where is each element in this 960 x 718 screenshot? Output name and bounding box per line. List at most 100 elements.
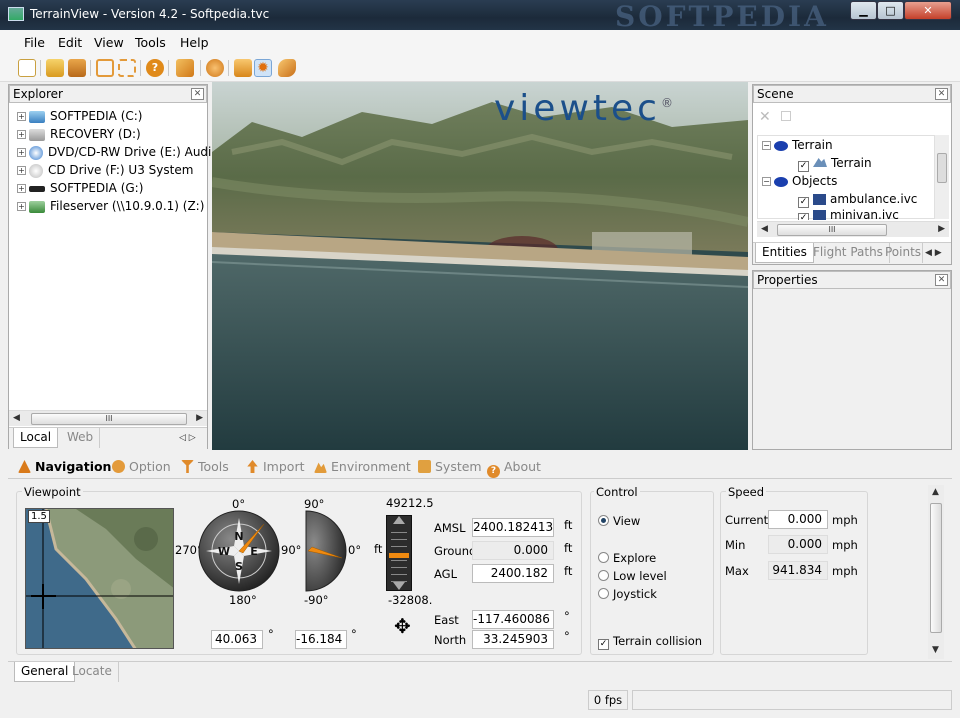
amsl-input[interactable]: 2400.182413 [472, 518, 554, 537]
tab-system[interactable]: System [418, 459, 482, 474]
navigation-icon [18, 460, 31, 473]
drive-item[interactable]: +DVD/CD-RW Drive (E:) Audio CD [17, 145, 213, 163]
scene-title: Scene [757, 87, 794, 101]
drive-item[interactable]: + SOFTPEDIA (G:) [17, 181, 143, 199]
compass-dial[interactable]: N S W E [198, 510, 280, 592]
tree-node[interactable]: − Terrain [762, 138, 833, 156]
speed-label: Speed [726, 485, 767, 499]
globe-icon[interactable] [206, 59, 224, 77]
drive-item[interactable]: + CD Drive (F:) U3 System [17, 163, 193, 181]
svg-text:N: N [234, 530, 243, 543]
max-speed-label: Max [725, 564, 749, 578]
explorer-header: Explorer ✕ [9, 85, 207, 103]
bottom-vscrollbar[interactable]: ▲ ▼ [928, 485, 944, 659]
visibility-checkbox[interactable]: ✓ [798, 213, 809, 220]
agl-input[interactable]: 2400.182 [472, 564, 554, 583]
delete-icon[interactable]: ✕ [759, 109, 771, 125]
heading-input[interactable]: 40.063 [211, 630, 263, 649]
pointer-icon[interactable] [176, 59, 194, 77]
import-icon [247, 460, 258, 473]
status-bar: 0 fps [0, 688, 960, 718]
current-speed-input[interactable]: 0.000 [768, 510, 828, 529]
compass-north-label: 0° [232, 497, 246, 511]
menu-file[interactable]: File [24, 35, 45, 50]
save-icon[interactable] [68, 59, 86, 77]
drive-item[interactable]: + RECOVERY (D:) [17, 127, 141, 145]
pitch-input[interactable]: -16.184 [295, 630, 347, 649]
tree-node[interactable]: ✓ Terrain [798, 156, 872, 174]
agl-label: AGL [434, 567, 457, 581]
tab-import[interactable]: Import [246, 459, 305, 474]
compass-east-label: 90° [281, 543, 302, 557]
max-speed-value: 941.834 [768, 561, 828, 580]
tab-environment[interactable]: Environment [314, 459, 411, 474]
layout-icon[interactable] [118, 59, 136, 77]
scene-hscrollbar[interactable]: ◀ III ▶ [757, 221, 949, 237]
altitude-min-label: -32808. [388, 593, 433, 607]
min-speed-unit: mph [832, 538, 858, 552]
north-input[interactable]: 33.245903 [472, 630, 554, 649]
minimap[interactable]: 1.5 [25, 508, 174, 649]
amsl-unit: ft [564, 518, 573, 532]
tab-entities[interactable]: Entities [755, 243, 814, 263]
explorer-scrollbar[interactable]: ◀ III ▶ [9, 410, 207, 426]
tab-navigation[interactable]: Navigation [18, 459, 111, 474]
maximize-button[interactable]: □ [877, 1, 904, 20]
minimize-button[interactable]: ▁ [850, 1, 877, 20]
drive-item[interactable]: + Fileserver (\\10.9.0.1) (Z:) [17, 199, 204, 217]
tab-flight-paths[interactable]: Flight Paths [807, 243, 890, 263]
menu-view[interactable]: View [94, 35, 124, 50]
view-radio[interactable]: View [598, 514, 640, 528]
scene-vscrollbar[interactable] [935, 135, 949, 219]
open-folder-icon[interactable] [46, 59, 64, 77]
visibility-checkbox[interactable]: ✓ [798, 197, 809, 208]
current-speed-unit: mph [832, 513, 858, 527]
sun-icon[interactable]: ✹ [254, 59, 272, 77]
visibility-checkbox[interactable]: ✓ [798, 161, 809, 172]
tab-about[interactable]: ? About [487, 459, 541, 478]
tree-node[interactable]: ✓ minivan.ivc [798, 208, 899, 220]
fly-icon[interactable] [278, 59, 296, 77]
tab-points[interactable]: Points [879, 243, 923, 263]
compass-south-label: 180° [229, 593, 257, 607]
subtabs: General Locate [8, 661, 952, 683]
joystick-radio[interactable]: Joystick [598, 587, 657, 601]
close-icon[interactable]: ✕ [191, 88, 204, 100]
tree-node[interactable]: − Objects [762, 174, 837, 192]
new-file-icon[interactable] [18, 59, 36, 77]
close-icon[interactable]: ✕ [935, 274, 948, 286]
drive-item[interactable]: + SOFTPEDIA (C:) [17, 109, 143, 127]
terrain-viewport[interactable]: viewtec® [212, 82, 748, 450]
fit-view-icon[interactable] [96, 59, 114, 77]
tab-web[interactable]: Web [61, 428, 101, 448]
close-icon[interactable]: ✕ [935, 88, 948, 100]
hand-icon[interactable] [234, 59, 252, 77]
properties-icon[interactable] [781, 111, 791, 121]
tab-tools[interactable]: Tools [181, 459, 229, 474]
viewpoint-label: Viewpoint [22, 485, 83, 499]
pitch-dial[interactable] [304, 510, 348, 592]
altitude-slider[interactable] [386, 515, 412, 591]
status-field [632, 690, 952, 710]
help-icon[interactable]: ? [146, 59, 164, 77]
low-level-radio[interactable]: Low level [598, 569, 667, 583]
properties-title: Properties [757, 273, 818, 287]
tab-local[interactable]: Local [13, 428, 59, 448]
center-position-icon[interactable]: ✥ [394, 614, 418, 638]
tab-option[interactable]: Option [112, 459, 171, 474]
pitch-bottom-label: -90° [304, 593, 329, 607]
altitude-unit: ft [374, 542, 383, 556]
heading-unit: ° [268, 627, 274, 641]
east-input[interactable]: -117.460086 [472, 610, 554, 629]
explore-radio[interactable]: Explore [598, 551, 656, 565]
altitude-thumb[interactable] [389, 552, 409, 558]
vehicle-icon [813, 210, 826, 220]
menu-edit[interactable]: Edit [58, 35, 82, 50]
tab-locate[interactable]: Locate [66, 662, 119, 682]
close-button[interactable]: ✕ [904, 1, 952, 20]
terrain-collision-checkbox[interactable]: ✓ Terrain collision [598, 634, 702, 650]
ground-value: 0.000 [472, 541, 554, 560]
menu-help[interactable]: Help [180, 35, 209, 50]
current-speed-label: Current [725, 513, 769, 527]
menu-tools[interactable]: Tools [135, 35, 166, 50]
